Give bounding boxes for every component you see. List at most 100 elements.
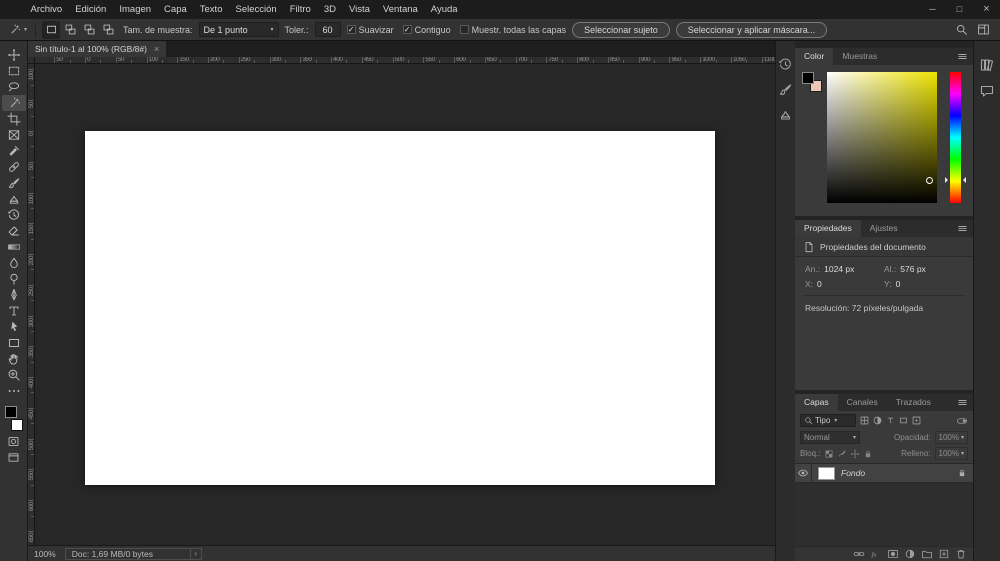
field-value[interactable]: 0 [896, 279, 901, 289]
shape-filter-icon[interactable] [898, 415, 909, 426]
layer-mask-icon[interactable] [887, 548, 899, 560]
workspace-icon[interactable] [977, 23, 990, 36]
blend-mode-select[interactable]: Normal ▾ [800, 431, 860, 444]
dodge-tool[interactable] [2, 271, 26, 287]
add-selection-button[interactable] [61, 21, 79, 39]
eraser-tool[interactable] [2, 223, 26, 239]
checkbox-contiguo[interactable]: ✓ Contiguo [402, 25, 451, 35]
magic-wand-tool[interactable] [1, 95, 26, 111]
type-filter-icon[interactable] [885, 415, 896, 426]
menu-3d[interactable]: 3D [317, 0, 342, 19]
lock-pixels-icon[interactable] [837, 449, 847, 459]
new-selection-button[interactable] [42, 20, 61, 39]
rectangle-tool[interactable] [2, 335, 26, 351]
panel-menu-icon[interactable] [952, 48, 973, 65]
menu-edicion[interactable]: Edición [69, 0, 113, 19]
lock-all-icon[interactable] [863, 449, 873, 459]
eyedropper-tool[interactable] [2, 143, 26, 159]
tab-canales[interactable]: Canales [838, 394, 887, 411]
zoom-level[interactable]: 100% [28, 549, 65, 559]
foreground-color-swatch[interactable] [802, 72, 814, 84]
history-icon[interactable] [778, 57, 793, 72]
lock-position-icon[interactable] [850, 449, 860, 459]
tab-propiedades[interactable]: Propiedades [795, 220, 861, 237]
menu-ventana[interactable]: Ventana [376, 0, 424, 19]
property-field-al-[interactable]: Al.: 576 px [884, 264, 963, 274]
adjustment-layer-icon[interactable] [904, 548, 916, 560]
lasso-tool[interactable] [2, 79, 26, 95]
tab-close-icon[interactable]: × [154, 44, 159, 54]
link-layers-icon[interactable] [853, 548, 865, 560]
layer-style-icon[interactable]: fx [870, 548, 882, 560]
search-icon[interactable] [955, 23, 968, 36]
menu-archivo[interactable]: Archivo [24, 0, 69, 19]
spot-healing-brush-tool[interactable] [2, 159, 26, 175]
panel-menu-icon[interactable] [952, 220, 973, 237]
menu-capa[interactable]: Capa [158, 0, 194, 19]
comments-icon[interactable] [979, 83, 995, 99]
adjustment-filter-icon[interactable] [872, 415, 883, 426]
property-field-an-[interactable]: An.: 1024 px [805, 264, 884, 274]
tab-ajustes[interactable]: Ajustes [861, 220, 907, 237]
status-popup-arrow[interactable]: › [190, 547, 202, 560]
property-field-y-[interactable]: Y: 0 [884, 279, 963, 289]
minimize-button[interactable]: ─ [919, 0, 946, 19]
zoom-tool[interactable] [2, 367, 26, 383]
hue-slider[interactable] [945, 72, 966, 203]
layer-thumbnail[interactable] [818, 466, 835, 480]
frame-tool[interactable] [2, 127, 26, 143]
screen-mode-button[interactable] [2, 449, 26, 465]
tab-trazados[interactable]: Trazados [887, 394, 940, 411]
filter-toggle-icon[interactable] [956, 415, 968, 427]
menu-filtro[interactable]: Filtro [283, 0, 317, 19]
tolerance-input[interactable] [314, 22, 341, 37]
filter-kind-select[interactable]: Tipo ▾ [800, 414, 856, 427]
libraries-icon[interactable] [979, 57, 995, 73]
menu-ayuda[interactable]: Ayuda [424, 0, 464, 19]
hue-slider-handle[interactable] [945, 177, 951, 184]
new-layer-icon[interactable] [938, 548, 950, 560]
checkbox-box[interactable]: ✓ [402, 25, 412, 34]
move-tool[interactable] [2, 47, 26, 63]
hand-tool[interactable] [2, 351, 26, 367]
blur-tool[interactable] [2, 255, 26, 271]
type-tool[interactable] [2, 303, 26, 319]
select-and-mask-button[interactable]: Seleccionar y aplicar máscara... [675, 21, 828, 38]
foreground-color-swatch[interactable] [4, 406, 17, 418]
tab-color[interactable]: Color [795, 48, 834, 65]
crop-tool[interactable] [2, 111, 26, 127]
checkbox-box[interactable]: ✓ [346, 25, 356, 34]
tool-preset-picker[interactable]: ▾ [6, 23, 29, 36]
panel-menu-icon[interactable] [952, 394, 973, 411]
smart-object-filter-icon[interactable] [911, 415, 922, 426]
path-selection-tool[interactable] [2, 319, 26, 335]
opacity-value[interactable]: 100% ▾ [934, 431, 968, 444]
color-swatches[interactable] [802, 72, 826, 96]
property-field-x-[interactable]: X: 0 [805, 279, 884, 289]
layer-visibility-toggle[interactable] [795, 464, 812, 482]
brush-tool[interactable] [2, 175, 26, 191]
tab-capas[interactable]: Capas [795, 394, 838, 411]
pixel-filter-icon[interactable] [859, 415, 870, 426]
history-brush-tool[interactable] [2, 207, 26, 223]
field-value[interactable]: 576 px [900, 264, 926, 274]
edit-toolbar-icon[interactable] [2, 383, 26, 399]
menu-seleccion[interactable]: Selección [229, 0, 283, 19]
clone-stamp-tool[interactable] [2, 191, 26, 207]
lock-transparent-icon[interactable] [824, 449, 834, 459]
layer-row[interactable]: Fondo [795, 464, 973, 483]
fill-value[interactable]: 100% ▾ [934, 447, 968, 460]
group-layers-icon[interactable] [921, 548, 933, 560]
hue-slider-handle[interactable] [960, 177, 966, 184]
field-value[interactable]: 0 [817, 279, 822, 289]
gradient-tool[interactable] [2, 239, 26, 255]
checkbox-muestr-todas-las-capas[interactable]: Muestr. todas las capas [459, 25, 566, 35]
select-subject-button[interactable]: Seleccionar sujeto [572, 21, 670, 38]
document-tab[interactable]: Sin título-1 al 100% (RGB/8#) × [28, 41, 167, 57]
menu-vista[interactable]: Vista [342, 0, 376, 19]
field-value[interactable]: 1024 px [824, 264, 854, 274]
intersect-selection-button[interactable] [99, 21, 117, 39]
brushes-icon[interactable] [778, 82, 793, 97]
sample-size-select[interactable]: De 1 punto ▾ [198, 22, 279, 37]
delete-layer-icon[interactable] [955, 548, 967, 560]
